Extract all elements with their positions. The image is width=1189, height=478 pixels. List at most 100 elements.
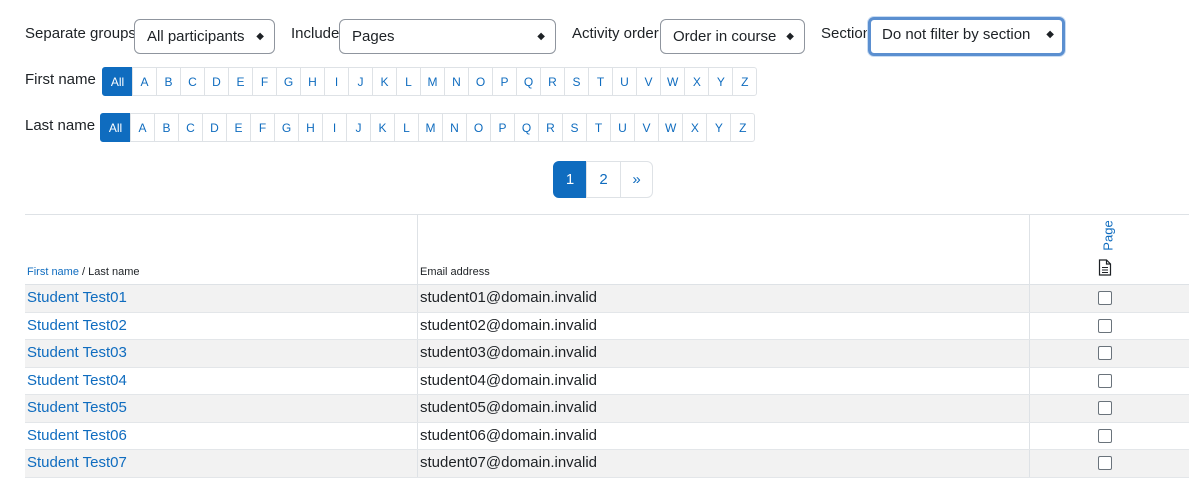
initial-g[interactable]: G: [274, 113, 299, 142]
completion-checkbox[interactable]: [1098, 401, 1112, 415]
student-name-link[interactable]: Student Test07: [27, 454, 127, 471]
activity-order-select-value: Order in course: [673, 28, 777, 45]
initial-l[interactable]: L: [396, 67, 421, 96]
initial-t[interactable]: T: [586, 113, 611, 142]
student-email: student01@domain.invalid: [420, 289, 598, 306]
groups-select-value: All participants: [147, 28, 245, 45]
activity-column-header[interactable]: Page: [1098, 219, 1118, 251]
student-name-link[interactable]: Student Test03: [27, 344, 127, 361]
groups-select[interactable]: All participants ◆: [134, 19, 275, 54]
section-select[interactable]: Do not filter by section ◆: [868, 17, 1065, 56]
pagination: 1 2 »: [553, 161, 653, 198]
completion-checkbox[interactable]: [1098, 373, 1112, 388]
student-name-link[interactable]: Student Test04: [27, 372, 127, 389]
initial-j[interactable]: J: [346, 113, 371, 142]
completion-checkbox[interactable]: [1098, 456, 1112, 470]
initial-v[interactable]: V: [636, 67, 661, 96]
initial-m[interactable]: M: [418, 113, 443, 142]
initial-a[interactable]: A: [132, 67, 157, 96]
student-email: student04@domain.invalid: [420, 371, 598, 389]
initial-g[interactable]: G: [276, 67, 301, 96]
initial-o[interactable]: O: [468, 67, 493, 96]
student-name-link[interactable]: Student Test01: [27, 289, 127, 306]
initial-u[interactable]: U: [610, 113, 635, 142]
initial-all[interactable]: All: [100, 113, 131, 142]
initial-l[interactable]: L: [394, 113, 419, 142]
activity-order-label: Activity order: [572, 25, 659, 42]
page-document-icon: [1098, 259, 1112, 276]
initial-y[interactable]: Y: [708, 67, 734, 96]
initial-e[interactable]: E: [226, 113, 251, 142]
initial-n[interactable]: N: [442, 113, 467, 142]
initial-y[interactable]: Y: [706, 113, 732, 142]
initial-i[interactable]: I: [324, 67, 349, 96]
initial-h[interactable]: H: [298, 113, 323, 142]
student-email: student05@domain.invalid: [420, 399, 598, 416]
table-row: Student Test05 student05@domain.invalid: [25, 395, 1189, 423]
initial-w[interactable]: W: [658, 113, 684, 142]
initial-x[interactable]: X: [682, 113, 708, 142]
initial-d[interactable]: D: [202, 113, 227, 142]
table-row: Student Test04 student04@domain.invalid: [25, 367, 1189, 395]
initial-s[interactable]: S: [562, 113, 587, 142]
sort-last-name-link[interactable]: Last name: [88, 266, 139, 278]
include-select-value: Pages: [352, 28, 395, 45]
initial-d[interactable]: D: [204, 67, 229, 96]
initial-h[interactable]: H: [300, 67, 325, 96]
column-divider: [1029, 450, 1030, 477]
column-divider: [1029, 215, 1030, 284]
table-row: Student Test07 student07@domain.invalid: [25, 450, 1189, 478]
initial-u[interactable]: U: [612, 67, 637, 96]
column-divider: [417, 395, 418, 422]
completion-checkbox[interactable]: [1098, 346, 1112, 360]
page-link-2[interactable]: 2: [586, 161, 621, 198]
next-page-link[interactable]: »: [620, 161, 653, 198]
initial-p[interactable]: P: [490, 113, 515, 142]
initial-f[interactable]: F: [250, 113, 275, 142]
initial-q[interactable]: Q: [514, 113, 539, 142]
initial-o[interactable]: O: [466, 113, 491, 142]
completion-checkbox[interactable]: [1098, 428, 1112, 443]
initial-q[interactable]: Q: [516, 67, 541, 96]
student-email: student02@domain.invalid: [420, 316, 598, 334]
initial-t[interactable]: T: [588, 67, 613, 96]
initial-r[interactable]: R: [538, 113, 563, 142]
completion-checkbox[interactable]: [1098, 318, 1112, 333]
column-divider: [1029, 422, 1030, 449]
include-select[interactable]: Pages ◆: [339, 19, 556, 54]
student-name-link[interactable]: Student Test05: [27, 399, 127, 416]
initial-z[interactable]: Z: [732, 67, 758, 96]
initial-c[interactable]: C: [178, 113, 203, 142]
initial-z[interactable]: Z: [730, 113, 756, 142]
groups-label: Separate groups: [25, 25, 136, 42]
initial-b[interactable]: B: [154, 113, 179, 142]
initial-all[interactable]: All: [102, 67, 133, 96]
initial-k[interactable]: K: [372, 67, 397, 96]
initial-w[interactable]: W: [660, 67, 686, 96]
initial-j[interactable]: J: [348, 67, 373, 96]
activity-name-link[interactable]: Page: [1101, 220, 1116, 250]
table-body: Student Test01 student01@domain.invalid St…: [25, 285, 1189, 478]
initial-a[interactable]: A: [130, 113, 155, 142]
initial-r[interactable]: R: [540, 67, 565, 96]
initial-b[interactable]: B: [156, 67, 181, 96]
initial-p[interactable]: P: [492, 67, 517, 96]
sort-first-name-link[interactable]: First name: [27, 266, 79, 278]
initial-v[interactable]: V: [634, 113, 659, 142]
initial-s[interactable]: S: [564, 67, 589, 96]
initial-x[interactable]: X: [684, 67, 710, 96]
column-divider: [417, 450, 418, 477]
initial-i[interactable]: I: [322, 113, 347, 142]
initial-n[interactable]: N: [444, 67, 469, 96]
initial-f[interactable]: F: [252, 67, 277, 96]
initial-e[interactable]: E: [228, 67, 253, 96]
activity-order-select[interactable]: Order in course ◆: [660, 19, 805, 54]
initial-k[interactable]: K: [370, 113, 395, 142]
page-link-1[interactable]: 1: [553, 161, 587, 198]
column-divider: [1029, 367, 1030, 394]
student-name-link[interactable]: Student Test02: [27, 317, 127, 334]
student-name-link[interactable]: Student Test06: [27, 427, 127, 444]
completion-checkbox[interactable]: [1098, 291, 1112, 305]
initial-m[interactable]: M: [420, 67, 445, 96]
initial-c[interactable]: C: [180, 67, 205, 96]
